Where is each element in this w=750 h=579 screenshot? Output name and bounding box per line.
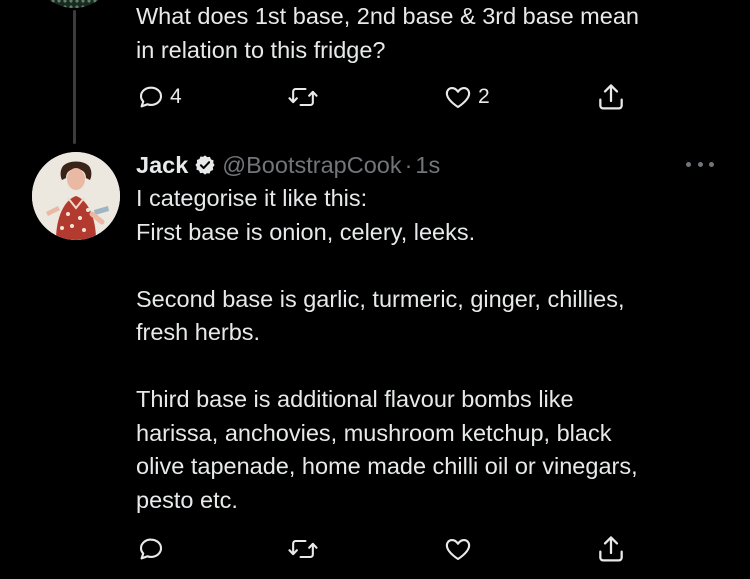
share-icon (595, 533, 627, 565)
previous-author-avatar[interactable] (32, 0, 116, 8)
like-button[interactable]: 2 (442, 80, 490, 114)
reply-icon (136, 82, 166, 112)
tweet-timestamp[interactable]: 1s (415, 152, 440, 179)
author-handle[interactable]: @BootstrapCook (222, 152, 401, 179)
reply-tweet-text: I categorise it like this: First base is… (136, 185, 638, 513)
reply-count: 4 (170, 85, 182, 108)
separator-dot: · (404, 151, 413, 178)
reply-icon (136, 534, 166, 564)
verified-badge-icon (194, 154, 216, 176)
parent-tweet-text: What does 1st base, 2nd base & 3rd base … (136, 3, 639, 63)
heart-icon (442, 534, 474, 564)
like-button[interactable] (442, 532, 478, 566)
avatar-pattern (32, 0, 116, 8)
like-count: 2 (478, 85, 490, 108)
avatar-illustration (32, 152, 120, 240)
heart-icon (442, 82, 474, 112)
retweet-button[interactable] (287, 532, 323, 566)
thread-connector-line (73, 10, 76, 144)
reply-button[interactable] (136, 532, 170, 566)
author-name[interactable]: Jack (136, 152, 188, 179)
share-button[interactable] (595, 80, 627, 114)
parent-tweet-actions: 4 2 (136, 80, 636, 114)
more-options-button[interactable] (683, 154, 717, 174)
reply-author-avatar[interactable] (32, 152, 120, 240)
retweet-icon (287, 82, 319, 112)
reply-button[interactable]: 4 (136, 80, 182, 114)
retweet-button[interactable] (287, 80, 323, 114)
share-button[interactable] (595, 532, 627, 566)
retweet-icon (287, 534, 319, 564)
reply-header: Jack @BootstrapCook · 1s (136, 148, 440, 182)
share-icon (595, 81, 627, 113)
more-options-icon (686, 161, 714, 167)
reply-tweet-actions (136, 532, 636, 566)
